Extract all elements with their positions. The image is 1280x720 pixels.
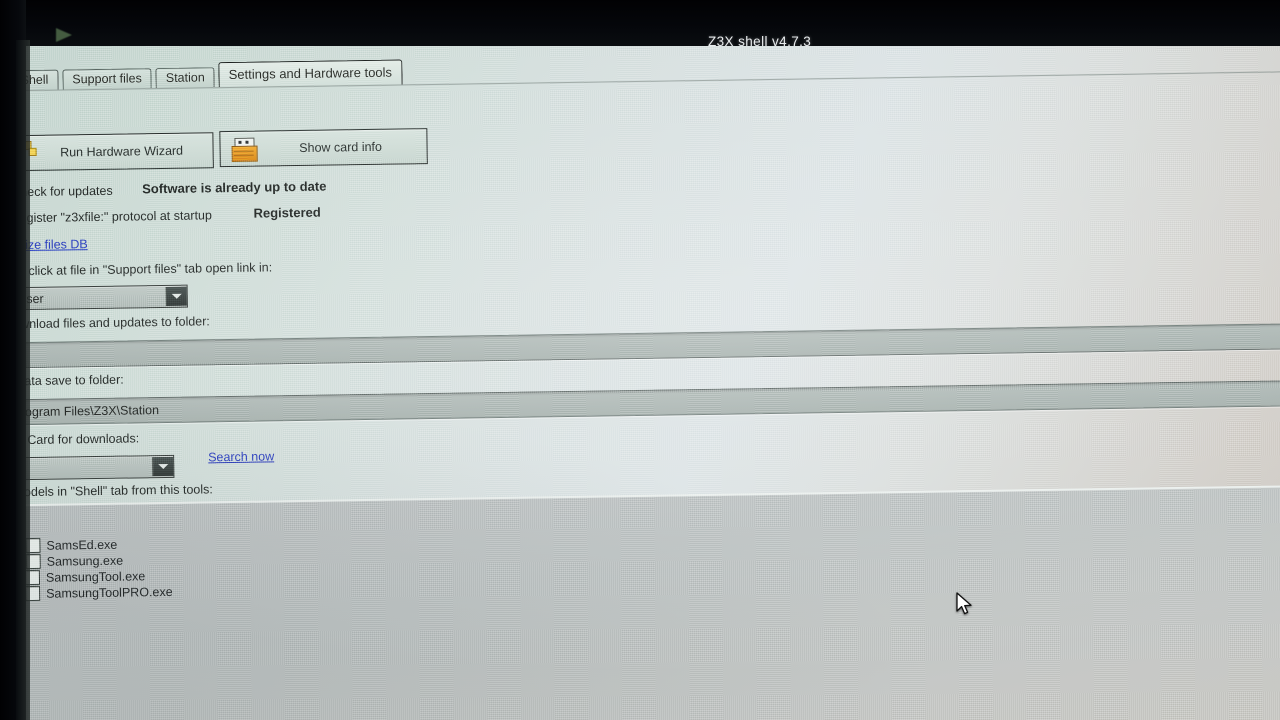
chevron-down-icon[interactable] bbox=[152, 456, 174, 477]
list-item[interactable]: Samsung.exe bbox=[25, 553, 124, 570]
download-folder-input[interactable] bbox=[0, 322, 1280, 369]
overlay-arrow-icon bbox=[56, 28, 72, 42]
station-folder-input[interactable]: C:\Program Files\Z3X\Station bbox=[0, 379, 1280, 426]
tab-settings-and-hardware-tools[interactable]: Settings and Hardware tools bbox=[218, 59, 403, 88]
download-to-folder-label: Download files and updates to folder: bbox=[4, 314, 210, 332]
window-title: Z3X shell v4.7.3 bbox=[708, 34, 812, 49]
mouse-cursor bbox=[956, 592, 972, 615]
tab-support-files-label: Support files bbox=[72, 71, 142, 87]
ignore-models-listbox[interactable]: SamsEd.exe Samsung.exe SamsungTool.exe S… bbox=[0, 484, 1280, 720]
list-item[interactable]: SamsungTool.exe bbox=[24, 568, 146, 586]
screenshot-root: Shell Support files Station Settings and… bbox=[0, 0, 1280, 720]
tab-settings-and-hardware-tools-label: Settings and Hardware tools bbox=[228, 64, 393, 83]
smartcard-icon bbox=[226, 135, 260, 164]
ignore-model-label: SamsEd.exe bbox=[46, 537, 118, 553]
ignore-models-label: Ignore models in "Shell" tab from this t… bbox=[0, 482, 213, 500]
list-item[interactable]: SamsungToolPRO.exe bbox=[25, 584, 173, 602]
search-now-link[interactable]: Search now bbox=[208, 449, 274, 464]
list-item[interactable]: SamsEd.exe bbox=[25, 537, 118, 554]
monitor-bezel-left-edge bbox=[16, 40, 30, 720]
tab-station[interactable]: Station bbox=[155, 67, 215, 89]
chevron-down-icon[interactable] bbox=[165, 286, 187, 306]
ignore-model-label: SamsungTool.exe bbox=[45, 568, 146, 585]
monitor-screen: Shell Support files Station Settings and… bbox=[0, 23, 1280, 720]
z3x-shell-window: Shell Support files Station Settings and… bbox=[0, 41, 1280, 720]
tab-support-files[interactable]: Support files bbox=[62, 68, 152, 90]
register-status-text: Registered bbox=[253, 204, 321, 221]
show-card-info-button[interactable]: Show card info bbox=[219, 128, 428, 168]
tab-station-label: Station bbox=[165, 70, 205, 85]
run-hardware-wizard-button[interactable]: Run Hardware Wizard bbox=[0, 132, 214, 172]
show-card-info-label: Show card info bbox=[299, 139, 383, 155]
ignore-model-label: SamsungToolPRO.exe bbox=[46, 584, 173, 601]
double-click-open-link-label: Double click at file in "Support files" … bbox=[0, 260, 273, 279]
update-status-text: Software is already up to date bbox=[142, 178, 327, 197]
ignore-model-label: Samsung.exe bbox=[46, 553, 124, 569]
run-hardware-wizard-label: Run Hardware Wizard bbox=[60, 143, 184, 160]
monitor-bezel-top bbox=[0, 0, 1280, 46]
register-protocol-label: Register "z3xfile:" protocol at startup bbox=[10, 208, 213, 226]
